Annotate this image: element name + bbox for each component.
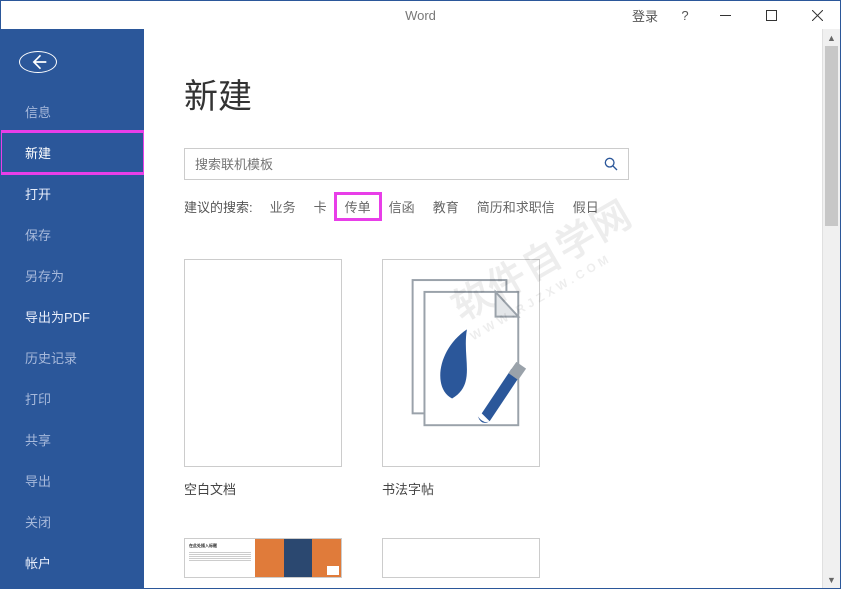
suggest-link-resume[interactable]: 简历和求职信	[468, 194, 564, 219]
suggest-link-holiday[interactable]: 假日	[564, 194, 608, 219]
search-bar	[184, 148, 629, 180]
main: 信息 新建 打开 保存 另存为 导出为PDF 历史记录 打印 共享 导出 关闭 …	[1, 29, 840, 588]
sidebar: 信息 新建 打开 保存 另存为 导出为PDF 历史记录 打印 共享 导出 关闭 …	[1, 29, 144, 588]
vertical-scrollbar[interactable]: ▲ ▼	[822, 29, 840, 588]
sidebar-item-history[interactable]: 历史记录	[1, 337, 144, 378]
template-blank[interactable]: 空白文档	[184, 259, 342, 498]
scroll-track[interactable]	[823, 46, 840, 571]
template-blank-label: 空白文档	[184, 479, 342, 498]
scroll-down-button[interactable]: ▼	[823, 571, 840, 588]
back-button[interactable]	[19, 51, 57, 73]
search-icon	[603, 156, 619, 172]
content: 软件自学网 WWW.RJZXW.COM 新建 建议的搜索: 业务	[144, 29, 840, 588]
scroll-up-button[interactable]: ▲	[823, 29, 840, 46]
suggested-searches: 建议的搜索: 业务 卡 传单 信函 教育 简历和求职信 假日	[184, 194, 822, 219]
sidebar-item-share[interactable]: 共享	[1, 419, 144, 460]
suggest-link-letter[interactable]: 信函	[380, 194, 424, 219]
sidebar-item-export[interactable]: 导出	[1, 460, 144, 501]
sidebar-item-save[interactable]: 保存	[1, 214, 144, 255]
template-calligraphy-label: 书法字帖	[382, 479, 540, 498]
sidebar-item-new[interactable]: 新建	[1, 132, 144, 173]
maximize-button[interactable]	[748, 1, 794, 29]
close-button[interactable]	[794, 1, 840, 29]
sidebar-bottom: 帐户 反馈	[1, 542, 144, 588]
scroll-handle[interactable]	[825, 46, 838, 226]
help-button[interactable]: ?	[668, 1, 702, 29]
sidebar-item-close[interactable]: 关闭	[1, 501, 144, 542]
brochure-mini-text: 在此处插入标题	[189, 543, 251, 549]
app-title: Word	[405, 8, 436, 23]
sidebar-item-info[interactable]: 信息	[1, 91, 144, 132]
search-input[interactable]	[185, 157, 594, 172]
arrow-left-icon	[28, 52, 48, 72]
template-calligraphy[interactable]: 书法字帖	[382, 259, 540, 498]
content-inner: 软件自学网 WWW.RJZXW.COM 新建 建议的搜索: 业务	[144, 29, 822, 588]
template-blank-thumb	[184, 259, 342, 467]
suggested-label: 建议的搜索:	[184, 197, 253, 216]
login-button[interactable]: 登录	[622, 1, 668, 29]
sidebar-item-feedback[interactable]: 反馈	[1, 583, 144, 588]
template-brochure-partial[interactable]: 在此处插入标题	[184, 538, 342, 578]
template-partial-2-thumb	[382, 538, 540, 578]
sidebar-item-open[interactable]: 打开	[1, 173, 144, 214]
suggest-link-education[interactable]: 教育	[424, 194, 468, 219]
page-title: 新建	[184, 69, 822, 118]
titlebar: Word 登录 ?	[1, 1, 840, 29]
sidebar-item-exportpdf[interactable]: 导出为PDF	[1, 296, 144, 337]
template-brochure-thumb: 在此处插入标题	[184, 538, 342, 578]
template-grid: 空白文档 在此处插入标题	[184, 259, 822, 578]
sidebar-item-account[interactable]: 帐户	[1, 542, 144, 583]
title-controls: 登录 ?	[622, 1, 840, 29]
template-calligraphy-thumb	[382, 259, 540, 467]
calligraphy-icon	[383, 260, 539, 466]
minimize-button[interactable]	[702, 1, 748, 29]
suggest-link-card[interactable]: 卡	[305, 194, 336, 219]
search-button[interactable]	[594, 149, 628, 179]
sidebar-item-print[interactable]: 打印	[1, 378, 144, 419]
suggest-link-flyer[interactable]: 传单	[336, 194, 380, 219]
app-window: Word 登录 ? 信息 新建 打开 保存 另存为 导出为PDF	[0, 0, 841, 589]
sidebar-item-saveas[interactable]: 另存为	[1, 255, 144, 296]
suggest-link-business[interactable]: 业务	[261, 194, 305, 219]
template-partial-2[interactable]	[382, 538, 540, 578]
